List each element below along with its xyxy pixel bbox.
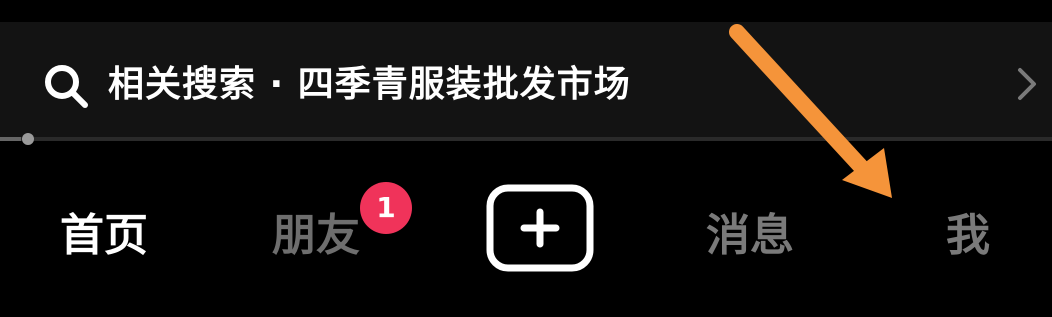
video-progress-handle[interactable]: [22, 133, 34, 145]
tab-friends[interactable]: 朋友: [272, 206, 360, 266]
create-button[interactable]: [486, 184, 594, 272]
top-strip: [0, 0, 1052, 22]
friends-notification-badge: 1: [360, 182, 412, 234]
video-progress-fill: [0, 137, 21, 141]
bottom-tab-bar: 首页 朋友 1 消息 我: [0, 150, 1052, 317]
related-search-text[interactable]: 相关搜索 · 四季青服装批发市场: [108, 60, 631, 110]
tab-messages[interactable]: 消息: [706, 206, 794, 266]
tab-me[interactable]: 我: [946, 206, 990, 266]
chevron-right-icon[interactable]: [1012, 64, 1040, 104]
search-icon: [45, 65, 88, 108]
video-progress-track[interactable]: [0, 137, 1052, 141]
tab-home[interactable]: 首页: [60, 206, 148, 266]
